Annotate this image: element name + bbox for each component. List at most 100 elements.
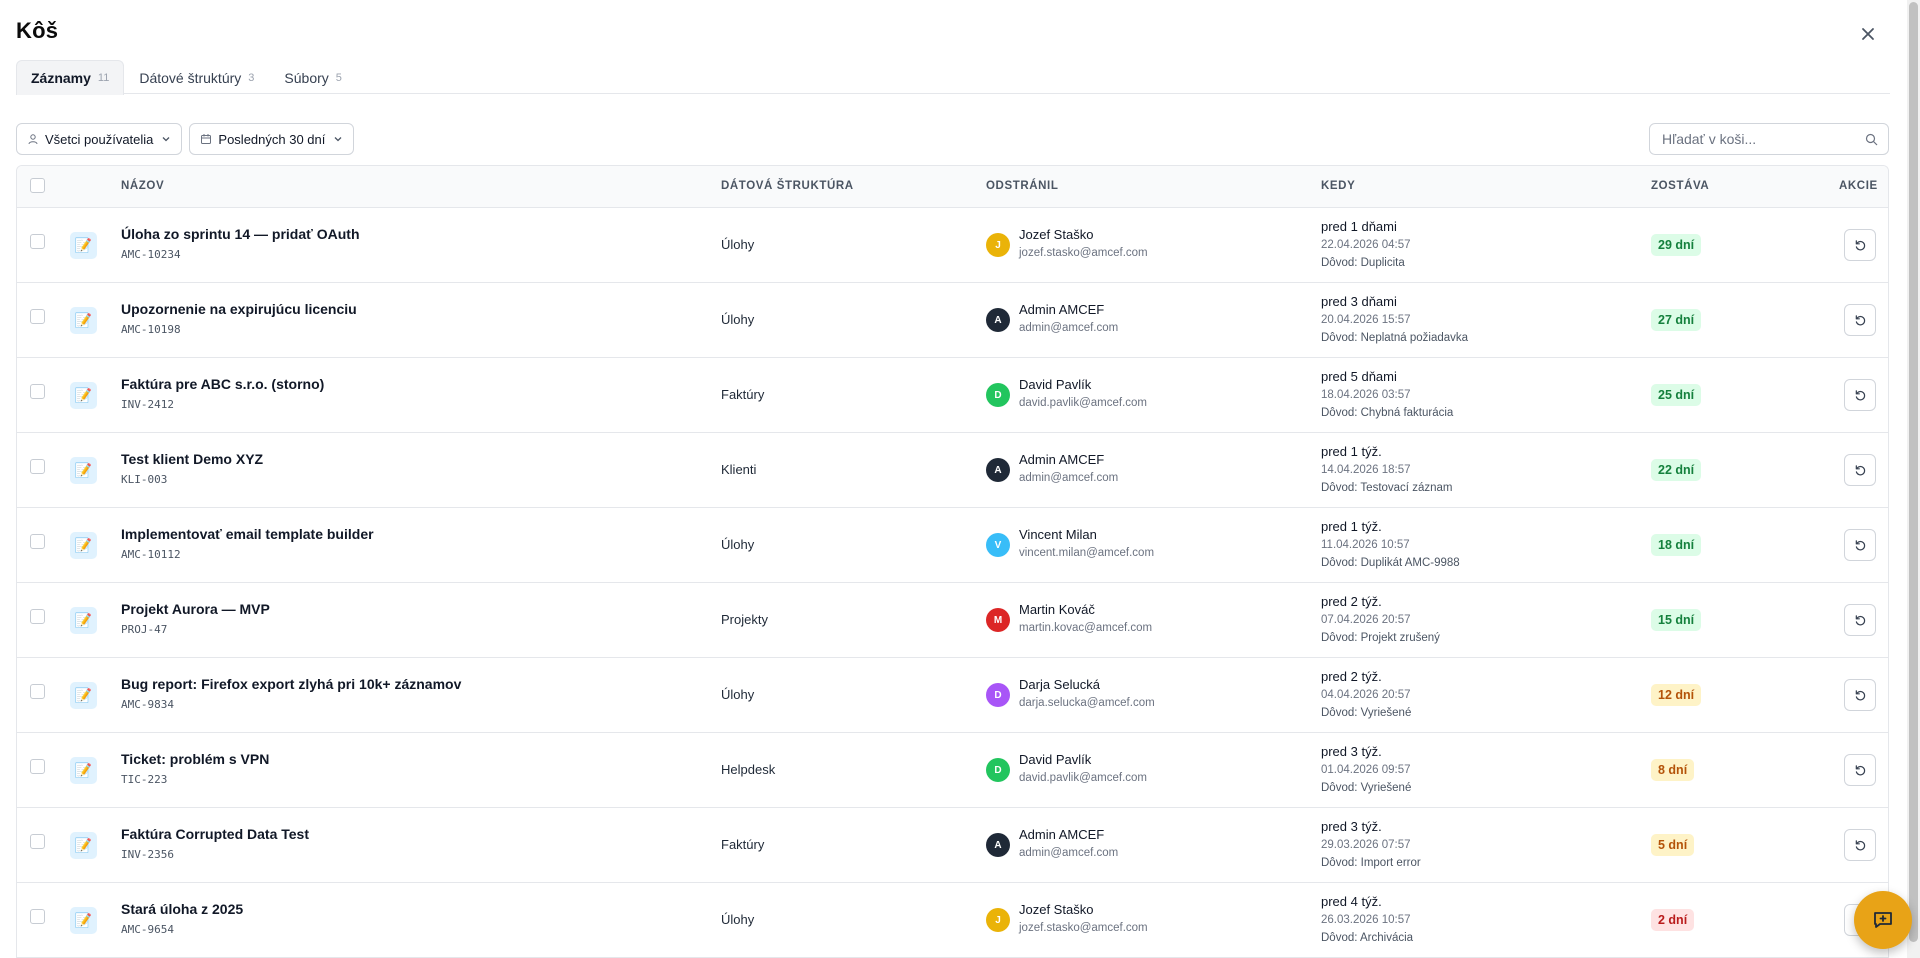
- user-icon: [28, 134, 38, 145]
- table-row[interactable]: 📝 Faktúra pre ABC s.r.o. (storno) INV-2412…: [17, 358, 1888, 433]
- deleted-reason: Dôvod: Vyriešené: [1321, 707, 1412, 719]
- col-when[interactable]: KEDY: [1321, 180, 1355, 192]
- restore-icon: [1855, 464, 1865, 475]
- deleted-date: 22.04.2026 04:57: [1321, 239, 1411, 251]
- page-title: Kôš: [16, 18, 59, 43]
- row-checkbox[interactable]: [30, 534, 45, 549]
- record-name[interactable]: Faktúra pre ABC s.r.o. (storno): [121, 376, 324, 392]
- table-row[interactable]: 📝 Ticket: problém s VPN TIC-223 Helpdesk D Da…: [17, 733, 1888, 808]
- calendar-icon: [201, 134, 212, 144]
- col-structure[interactable]: DÁTOVÁ ŠTRUKTÚRA: [721, 180, 854, 192]
- avatar: A: [986, 458, 1010, 482]
- restore-icon: [1855, 389, 1865, 400]
- deleted-reason: Dôvod: Vyriešené: [1321, 782, 1412, 794]
- avatar: J: [986, 233, 1010, 257]
- chat-button[interactable]: [1854, 891, 1912, 949]
- record-name[interactable]: Stará úloha z 2025: [121, 901, 243, 917]
- deleted-reason: Dôvod: Testovací záznam: [1321, 482, 1453, 494]
- record-structure: Klienti: [721, 462, 757, 477]
- row-checkbox[interactable]: [30, 459, 45, 474]
- scrollbar[interactable]: [1907, 0, 1920, 958]
- row-checkbox[interactable]: [30, 609, 45, 624]
- select-all-checkbox[interactable]: [30, 178, 45, 193]
- deleted-relative: pred 3 dňami: [1321, 294, 1397, 309]
- remaining-badge: 15 dní: [1651, 609, 1702, 631]
- table-row[interactable]: 📝 Faktúra Corrupted Data Test INV-2356 Fakt…: [17, 808, 1888, 883]
- user-email: admin@amcef.com: [1019, 322, 1119, 334]
- record-name[interactable]: Implementovať email template builder: [121, 526, 374, 542]
- restore-button[interactable]: [1844, 679, 1876, 711]
- col-removed-by[interactable]: ODSTRÁNIL: [986, 180, 1058, 192]
- user-name: Martin Kováč: [1019, 602, 1095, 617]
- col-name[interactable]: NÁZOV: [121, 180, 164, 192]
- tab-label: Záznamy: [31, 70, 91, 86]
- record-icon: 📝: [70, 757, 97, 784]
- avatar: V: [986, 533, 1010, 557]
- restore-button[interactable]: [1844, 529, 1876, 561]
- record-structure: Úlohy: [721, 687, 755, 702]
- table-row[interactable]: 📝 Projekt Aurora — MVP PROJ-47 Projekty M Mar…: [17, 583, 1888, 658]
- row-checkbox[interactable]: [30, 759, 45, 774]
- restore-button[interactable]: [1844, 604, 1876, 636]
- restore-button[interactable]: [1844, 304, 1876, 336]
- table-body: 📝 Úloha zo sprintu 14 — pridať OAuth AMC-1…: [17, 208, 1888, 958]
- table-row[interactable]: 📝 Upozornenie na expirujúcu licenciu AMC-1…: [17, 283, 1888, 358]
- remaining-badge: 18 dní: [1651, 534, 1702, 556]
- restore-icon: [1855, 689, 1865, 700]
- table-row[interactable]: 📝 Stará úloha z 2025 AMC-9654 Úlohy J Jozef S…: [17, 883, 1888, 958]
- row-checkbox[interactable]: [30, 234, 45, 249]
- table-row[interactable]: 📝 Test klient Demo XYZ KLI-003 Klienti A Admi…: [17, 433, 1888, 508]
- record-name[interactable]: Projekt Aurora — MVP: [121, 601, 270, 617]
- deleted-date: 29.03.2026 07:57: [1321, 839, 1411, 851]
- row-checkbox[interactable]: [30, 309, 45, 324]
- row-checkbox[interactable]: [30, 684, 45, 699]
- tab-files[interactable]: Súbory 5: [269, 60, 356, 94]
- record-name[interactable]: Ticket: problém s VPN: [121, 751, 269, 767]
- restore-button[interactable]: [1844, 754, 1876, 786]
- restore-button[interactable]: [1844, 829, 1876, 861]
- record-structure: Helpdesk: [721, 762, 776, 777]
- period-filter[interactable]: Posledných 30 dní: [189, 123, 355, 155]
- restore-button[interactable]: [1844, 454, 1876, 486]
- user-email: admin@amcef.com: [1019, 847, 1119, 859]
- row-checkbox[interactable]: [30, 909, 45, 924]
- tab-data-structures[interactable]: Dátové štruktúry 3: [124, 60, 269, 94]
- restore-button[interactable]: [1844, 379, 1876, 411]
- header: Kôš: [16, 18, 1880, 48]
- table-row[interactable]: 📝 Implementovať email template builder AMC…: [17, 508, 1888, 583]
- deleted-reason: Dôvod: Projekt zrušený: [1321, 632, 1440, 644]
- restore-button[interactable]: [1844, 229, 1876, 261]
- col-remaining[interactable]: ZOSTÁVA: [1651, 180, 1709, 192]
- user-name: Darja Selucká: [1019, 677, 1100, 692]
- close-button[interactable]: [1856, 22, 1880, 46]
- record-structure: Úlohy: [721, 912, 755, 927]
- record-name[interactable]: Test klient Demo XYZ: [121, 451, 263, 467]
- deleted-date: 11.04.2026 10:57: [1321, 539, 1410, 551]
- deleted-relative: pred 3 týž.: [1321, 744, 1382, 759]
- tab-records[interactable]: Záznamy 11: [16, 60, 125, 95]
- table-row[interactable]: 📝 Úloha zo sprintu 14 — pridať OAuth AMC-1…: [17, 208, 1888, 283]
- scrollbar-thumb[interactable]: [1909, 2, 1918, 942]
- record-name[interactable]: Faktúra Corrupted Data Test: [121, 826, 309, 842]
- deleted-relative: pred 3 týž.: [1321, 819, 1382, 834]
- chevron-down-icon: [162, 137, 170, 142]
- trash-table: NÁZOV DÁTOVÁ ŠTRUKTÚRA ODSTRÁNIL KEDY ZO…: [16, 165, 1889, 958]
- period-filter-label: Posledných 30 dní: [218, 131, 326, 147]
- restore-icon: [1855, 539, 1865, 550]
- tab-label: Súbory: [284, 69, 329, 86]
- table-row[interactable]: 📝 Bug report: Firefox export zlyhá pri 10…: [17, 658, 1888, 733]
- record-name[interactable]: Úloha zo sprintu 14 — pridať OAuth: [121, 226, 360, 242]
- deleted-date: 20.04.2026 15:57: [1321, 314, 1411, 326]
- users-filter[interactable]: Všetci používatelia: [16, 123, 183, 155]
- record-name[interactable]: Upozornenie na expirujúcu licenciu: [121, 301, 357, 317]
- record-name[interactable]: Bug report: Firefox export zlyhá pri 10k…: [121, 676, 461, 692]
- deleted-relative: pred 1 týž.: [1321, 519, 1382, 534]
- record-code: AMC-10112: [121, 548, 181, 561]
- restore-icon: [1855, 239, 1865, 250]
- row-checkbox[interactable]: [30, 384, 45, 399]
- search-input[interactable]: [1650, 124, 1850, 154]
- search-icon[interactable]: [1865, 133, 1878, 146]
- remaining-badge: 27 dní: [1651, 309, 1702, 331]
- row-checkbox[interactable]: [30, 834, 45, 849]
- record-icon: 📝: [70, 232, 97, 259]
